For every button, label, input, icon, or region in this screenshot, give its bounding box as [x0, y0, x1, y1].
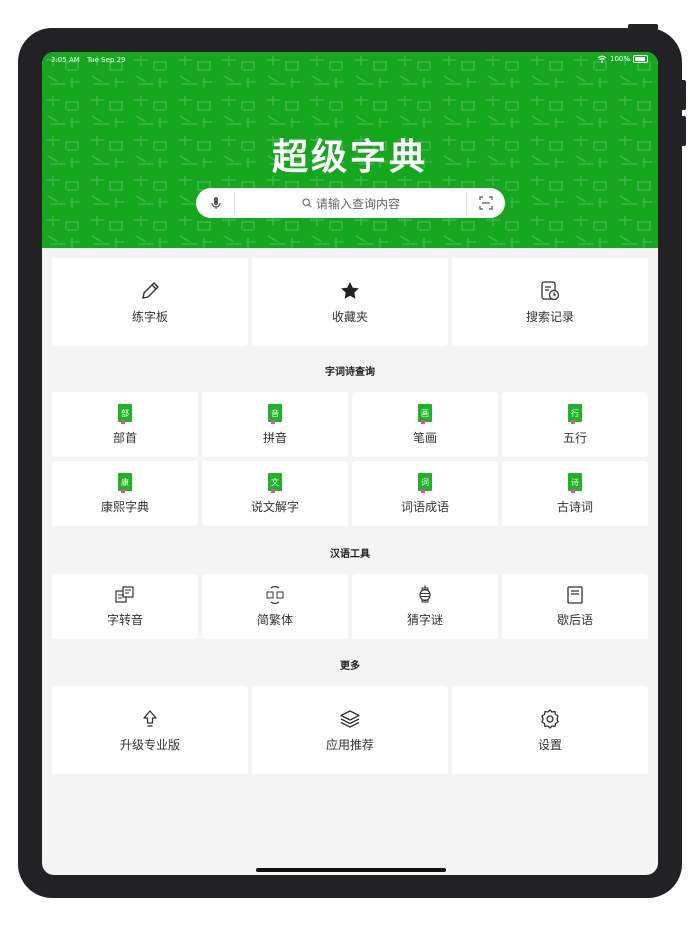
wifi-icon	[597, 55, 607, 63]
card-label: 应用推荐	[325, 738, 374, 752]
search-placeholder: 请输入查询内容	[315, 196, 400, 211]
search-divider	[466, 192, 467, 214]
book-icon: 部	[118, 404, 132, 424]
microphone-icon[interactable]	[208, 195, 224, 211]
card-label: 拼音	[262, 431, 287, 445]
search-input[interactable]: 请输入查询内容	[236, 188, 466, 218]
card-label: 说文解字	[250, 500, 299, 514]
search-divider	[234, 192, 235, 214]
book-icon: 诗	[568, 473, 582, 493]
card-settings[interactable]: 设置	[452, 686, 648, 774]
card-label: 字转音	[106, 613, 143, 627]
card-label: 古诗词	[556, 500, 593, 514]
book-icon: 文	[268, 473, 282, 493]
section-title-more: 更多	[340, 661, 360, 672]
book-icon: 画	[418, 404, 432, 424]
status-time: 2:05 AM	[51, 56, 80, 64]
card-idioms[interactable]: 词 词语成语	[352, 461, 498, 526]
upgrade-icon	[143, 710, 157, 727]
card-label: 收藏夹	[331, 310, 368, 324]
card-app-recommend[interactable]: 应用推荐	[252, 686, 448, 774]
card-label: 升级专业版	[119, 738, 180, 752]
home-indicator[interactable]	[256, 868, 446, 872]
card-label: 歇后语	[556, 613, 593, 627]
card-label: 笔画	[412, 431, 437, 445]
search-icon	[302, 198, 312, 208]
battery-percent: 100%	[609, 55, 630, 63]
card-favorites[interactable]: 收藏夹	[252, 258, 448, 346]
card-search-history[interactable]: 搜索记录	[452, 258, 648, 346]
status-date: Tue Sep 29	[87, 56, 126, 64]
book-icon: 词	[418, 473, 432, 493]
card-riddles[interactable]: 猜字谜	[352, 574, 498, 639]
battery-icon	[633, 55, 648, 63]
book-icon: 康	[118, 473, 132, 493]
book-icon	[567, 586, 583, 604]
card-label: 练字板	[131, 310, 168, 324]
card-kangxi[interactable]: 康 康熙字典	[52, 461, 198, 526]
card-practice-board[interactable]: 练字板	[52, 258, 248, 346]
card-poetry[interactable]: 诗 古诗词	[502, 461, 648, 526]
simp-trad-icon	[266, 585, 284, 605]
book-icon: 行	[568, 404, 582, 424]
card-pinyin[interactable]: 音 拼音	[202, 392, 348, 457]
card-strokes[interactable]: 画 笔画	[352, 392, 498, 457]
card-label: 简繁体	[256, 613, 293, 627]
app-title: 超级字典	[271, 137, 428, 178]
card-label: 五行	[562, 431, 587, 445]
search-bar[interactable]: 请输入查询内容	[196, 188, 505, 218]
card-five-elements[interactable]: 行 五行	[502, 392, 648, 457]
layers-icon	[340, 710, 360, 728]
card-xiehouyu[interactable]: 歇后语	[502, 574, 648, 639]
header-banner: 2:05 AM Tue Sep 29 100% 超级字典 请输入查询内容	[42, 52, 658, 248]
card-label: 搜索记录	[525, 310, 574, 324]
card-label: 设置	[537, 738, 562, 752]
scan-icon[interactable]	[478, 195, 494, 211]
card-upgrade[interactable]: 升级专业版	[52, 686, 248, 774]
section-title-tools: 汉语工具	[330, 549, 370, 560]
card-simp-trad[interactable]: 简繁体	[202, 574, 348, 639]
gear-icon	[541, 709, 559, 729]
card-label: 词语成语	[400, 500, 449, 514]
card-shuowen[interactable]: 文 说文解字	[202, 461, 348, 526]
status-bar: 2:05 AM Tue Sep 29 100%	[42, 52, 658, 70]
app-screen: 2:05 AM Tue Sep 29 100% 超级字典 请输入查询内容 练字板…	[42, 52, 658, 875]
card-label: 部首	[112, 431, 137, 445]
card-label: 猜字谜	[406, 613, 443, 627]
book-icon: 音	[268, 404, 282, 424]
section-title-lookup: 字词诗查询	[325, 367, 375, 378]
pencil-icon	[142, 282, 159, 299]
history-icon	[541, 281, 560, 301]
lantern-icon	[419, 585, 431, 603]
card-radical[interactable]: 部 部首	[52, 392, 198, 457]
card-char-to-sound[interactable]: 字转音	[52, 574, 198, 639]
convert-icon	[115, 586, 134, 603]
star-icon	[341, 282, 359, 299]
card-label: 康熙字典	[100, 500, 149, 514]
